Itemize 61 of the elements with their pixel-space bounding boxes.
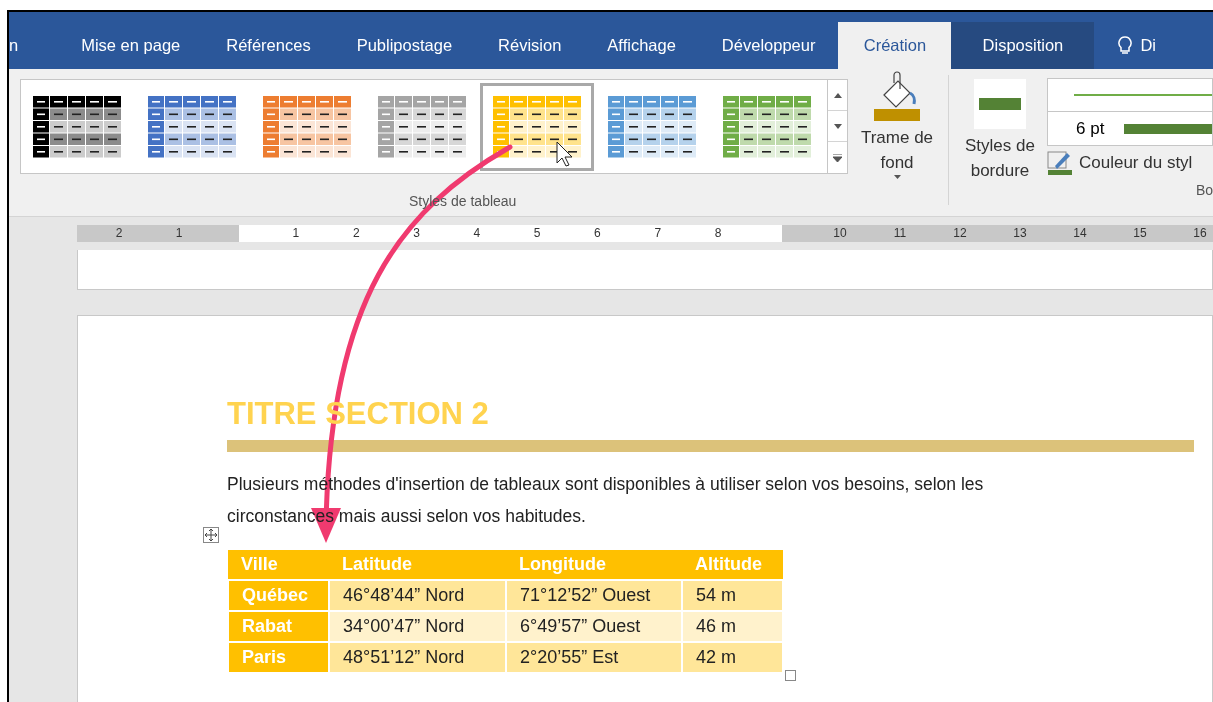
- ruler-number: 2: [351, 225, 360, 242]
- table-cell: 48°51’12” Nord: [329, 642, 506, 673]
- ruler-number: 10: [832, 225, 848, 242]
- table-cell: 71°12’52” Ouest: [506, 580, 682, 611]
- table-move-handle[interactable]: [203, 527, 219, 543]
- table-cell: Paris: [228, 642, 329, 673]
- ribbon-tab[interactable]: n: [9, 22, 59, 69]
- ruler-number: 8: [713, 225, 722, 242]
- ribbon-tab[interactable]: Développeur: [698, 22, 839, 69]
- ruler-number: 11: [892, 225, 908, 242]
- ruler-number: 7: [653, 225, 662, 242]
- ruler-number: 13: [1012, 225, 1028, 242]
- line-style-dropdown[interactable]: [1047, 78, 1213, 112]
- down-arrow-icon: [833, 123, 842, 129]
- ruler-number: 1: [291, 225, 300, 242]
- ruler-number: 3: [412, 225, 420, 242]
- mouse-cursor-icon: [556, 141, 573, 167]
- ruler-number: 12: [952, 225, 968, 242]
- ribbon-tab[interactable]: Révision: [475, 22, 585, 69]
- ruler-number: 4: [472, 225, 481, 242]
- table-cell: 6°49’57” Ouest: [506, 611, 682, 642]
- dropdown-caret-icon: [893, 175, 901, 179]
- table-cell: 46 m: [682, 611, 783, 642]
- ruler-number: 15: [1132, 225, 1148, 242]
- table-cell: Rabat: [228, 611, 329, 642]
- ribbon-tab[interactable]: Affichage: [584, 22, 699, 69]
- table-cell: 34°00’47” Nord: [329, 611, 506, 642]
- table-cell: 46°48’44” Nord: [329, 580, 506, 611]
- table-resize-handle[interactable]: [785, 670, 796, 681]
- ribbon-tab[interactable]: Références: [203, 22, 334, 69]
- table-header-cell: Ville: [228, 550, 329, 580]
- table-header-cell: Latitude: [329, 550, 506, 580]
- ruler-number: 6: [593, 225, 601, 242]
- border-sample-icon: [974, 79, 1026, 129]
- pen-color-button[interactable]: Couleur du styl: [1047, 150, 1213, 176]
- ruler-number: 2: [114, 225, 124, 242]
- table-cell: 2°20’55” Est: [506, 642, 682, 673]
- ruler-number: 5: [532, 225, 541, 242]
- lightbulb-icon: [1118, 35, 1133, 56]
- move-icon: [205, 529, 217, 541]
- ruler-number: 14: [1072, 225, 1088, 242]
- pen-icon: [1047, 150, 1073, 176]
- line-weight-dropdown[interactable]: 6 pt: [1047, 112, 1213, 146]
- ruler-number: 1: [174, 225, 184, 242]
- ribbon-tab[interactable]: Publipostage: [333, 22, 476, 69]
- table-cell: 42 m: [682, 642, 783, 673]
- tell-me-tab[interactable]: Di: [1094, 22, 1156, 69]
- table-header-cell: Longitude: [506, 550, 682, 580]
- table-header-cell: Altitude: [682, 550, 783, 580]
- ribbon-tab[interactable]: Disposition: [951, 22, 1095, 69]
- table-cell: Québec: [228, 580, 329, 611]
- expand-gallery-icon: [833, 153, 842, 162]
- group-label: Bo: [1195, 181, 1213, 200]
- ribbon-tab[interactable]: Mise en page: [58, 22, 204, 69]
- border-styles-button[interactable]: Styles de bordure: [957, 79, 1043, 216]
- up-arrow-icon: [833, 92, 842, 98]
- ruler-number: 16: [1192, 225, 1208, 242]
- table-cell: 54 m: [682, 580, 783, 611]
- paint-bucket-icon: [872, 71, 922, 121]
- shading-button[interactable]: Trame de fond: [854, 71, 940, 179]
- ribbon-tab[interactable]: Création: [838, 22, 952, 69]
